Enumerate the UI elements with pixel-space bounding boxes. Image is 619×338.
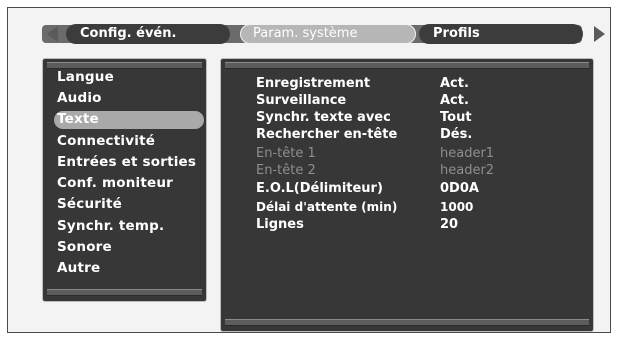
tab-param-systeme[interactable]: Param. système — [240, 24, 416, 44]
texte-settings-panel: Enregistrement Act. Surveillance Act. Sy… — [220, 58, 594, 332]
setting-value: header2 — [440, 163, 495, 178]
menu-item-audio[interactable]: Audio — [57, 88, 102, 108]
panel-bottom-strip — [47, 289, 202, 296]
setting-value: Tout — [440, 110, 472, 125]
setting-label: Surveillance — [256, 93, 347, 108]
tab-profils[interactable]: Profils — [419, 24, 583, 44]
settings-menu-panel: Langue Audio Texte Connectivité Entrées … — [42, 58, 207, 302]
setting-label: E.O.L(Délimiteur) — [256, 181, 383, 196]
arrow-right-icon[interactable] — [594, 26, 605, 42]
setting-value: Act. — [440, 93, 469, 108]
setting-row-entete-1: En-tête 1 header1 — [256, 146, 494, 162]
setting-label: Lignes — [256, 217, 304, 232]
tab-config-even[interactable]: Config. évén. — [66, 24, 230, 44]
arrow-left-icon[interactable] — [47, 26, 58, 42]
setting-value: Act. — [440, 76, 469, 91]
setting-value: 1000 — [440, 200, 474, 214]
panel-bottom-strip — [225, 319, 589, 326]
menu-item-connectivite[interactable]: Connectivité — [57, 131, 155, 151]
setting-row-enregistrement[interactable]: Enregistrement Act. — [256, 76, 469, 92]
setting-row-surveillance[interactable]: Surveillance Act. — [256, 93, 469, 109]
tab-label: Config. évén. — [80, 26, 177, 41]
menu-item-conf-moniteur[interactable]: Conf. moniteur — [57, 173, 173, 193]
setting-row-synchr-texte[interactable]: Synchr. texte avec Tout — [256, 110, 472, 126]
menu-item-entrees-sorties[interactable]: Entrées et sorties — [57, 152, 196, 172]
tab-label: Param. système — [253, 26, 358, 41]
tab-label: Profils — [433, 26, 480, 41]
menu-item-autre[interactable]: Autre — [57, 258, 100, 278]
setting-label: En-tête 1 — [256, 146, 316, 161]
setting-label: Rechercher en-tête — [256, 127, 398, 142]
setting-label: Synchr. texte avec — [256, 110, 391, 125]
setting-row-delai-attente[interactable]: Délai d'attente (min) 1000 — [256, 199, 473, 215]
setting-value: Dés. — [440, 127, 473, 142]
setting-label: En-tête 2 — [256, 163, 316, 178]
setting-value: header1 — [440, 146, 495, 161]
panel-top-strip — [225, 62, 589, 69]
setting-row-entete-2: En-tête 2 header2 — [256, 163, 494, 179]
menu-item-securite[interactable]: Sécurité — [57, 194, 122, 214]
menu-item-sonore[interactable]: Sonore — [57, 237, 112, 257]
menu-item-synchr-temp[interactable]: Synchr. temp. — [57, 216, 164, 236]
menu-item-langue[interactable]: Langue — [57, 67, 114, 87]
setting-row-rechercher-entete[interactable]: Rechercher en-tête Dés. — [256, 127, 472, 143]
setting-row-eol[interactable]: E.O.L(Délimiteur) 0D0A — [256, 181, 479, 197]
setting-value: 20 — [440, 217, 459, 232]
setting-value: 0D0A — [440, 181, 479, 196]
setting-label: Délai d'attente (min) — [256, 200, 398, 214]
menu-item-texte[interactable]: Texte — [54, 111, 204, 129]
setting-row-lignes[interactable]: Lignes 20 — [256, 217, 458, 233]
setting-label: Enregistrement — [256, 76, 371, 91]
